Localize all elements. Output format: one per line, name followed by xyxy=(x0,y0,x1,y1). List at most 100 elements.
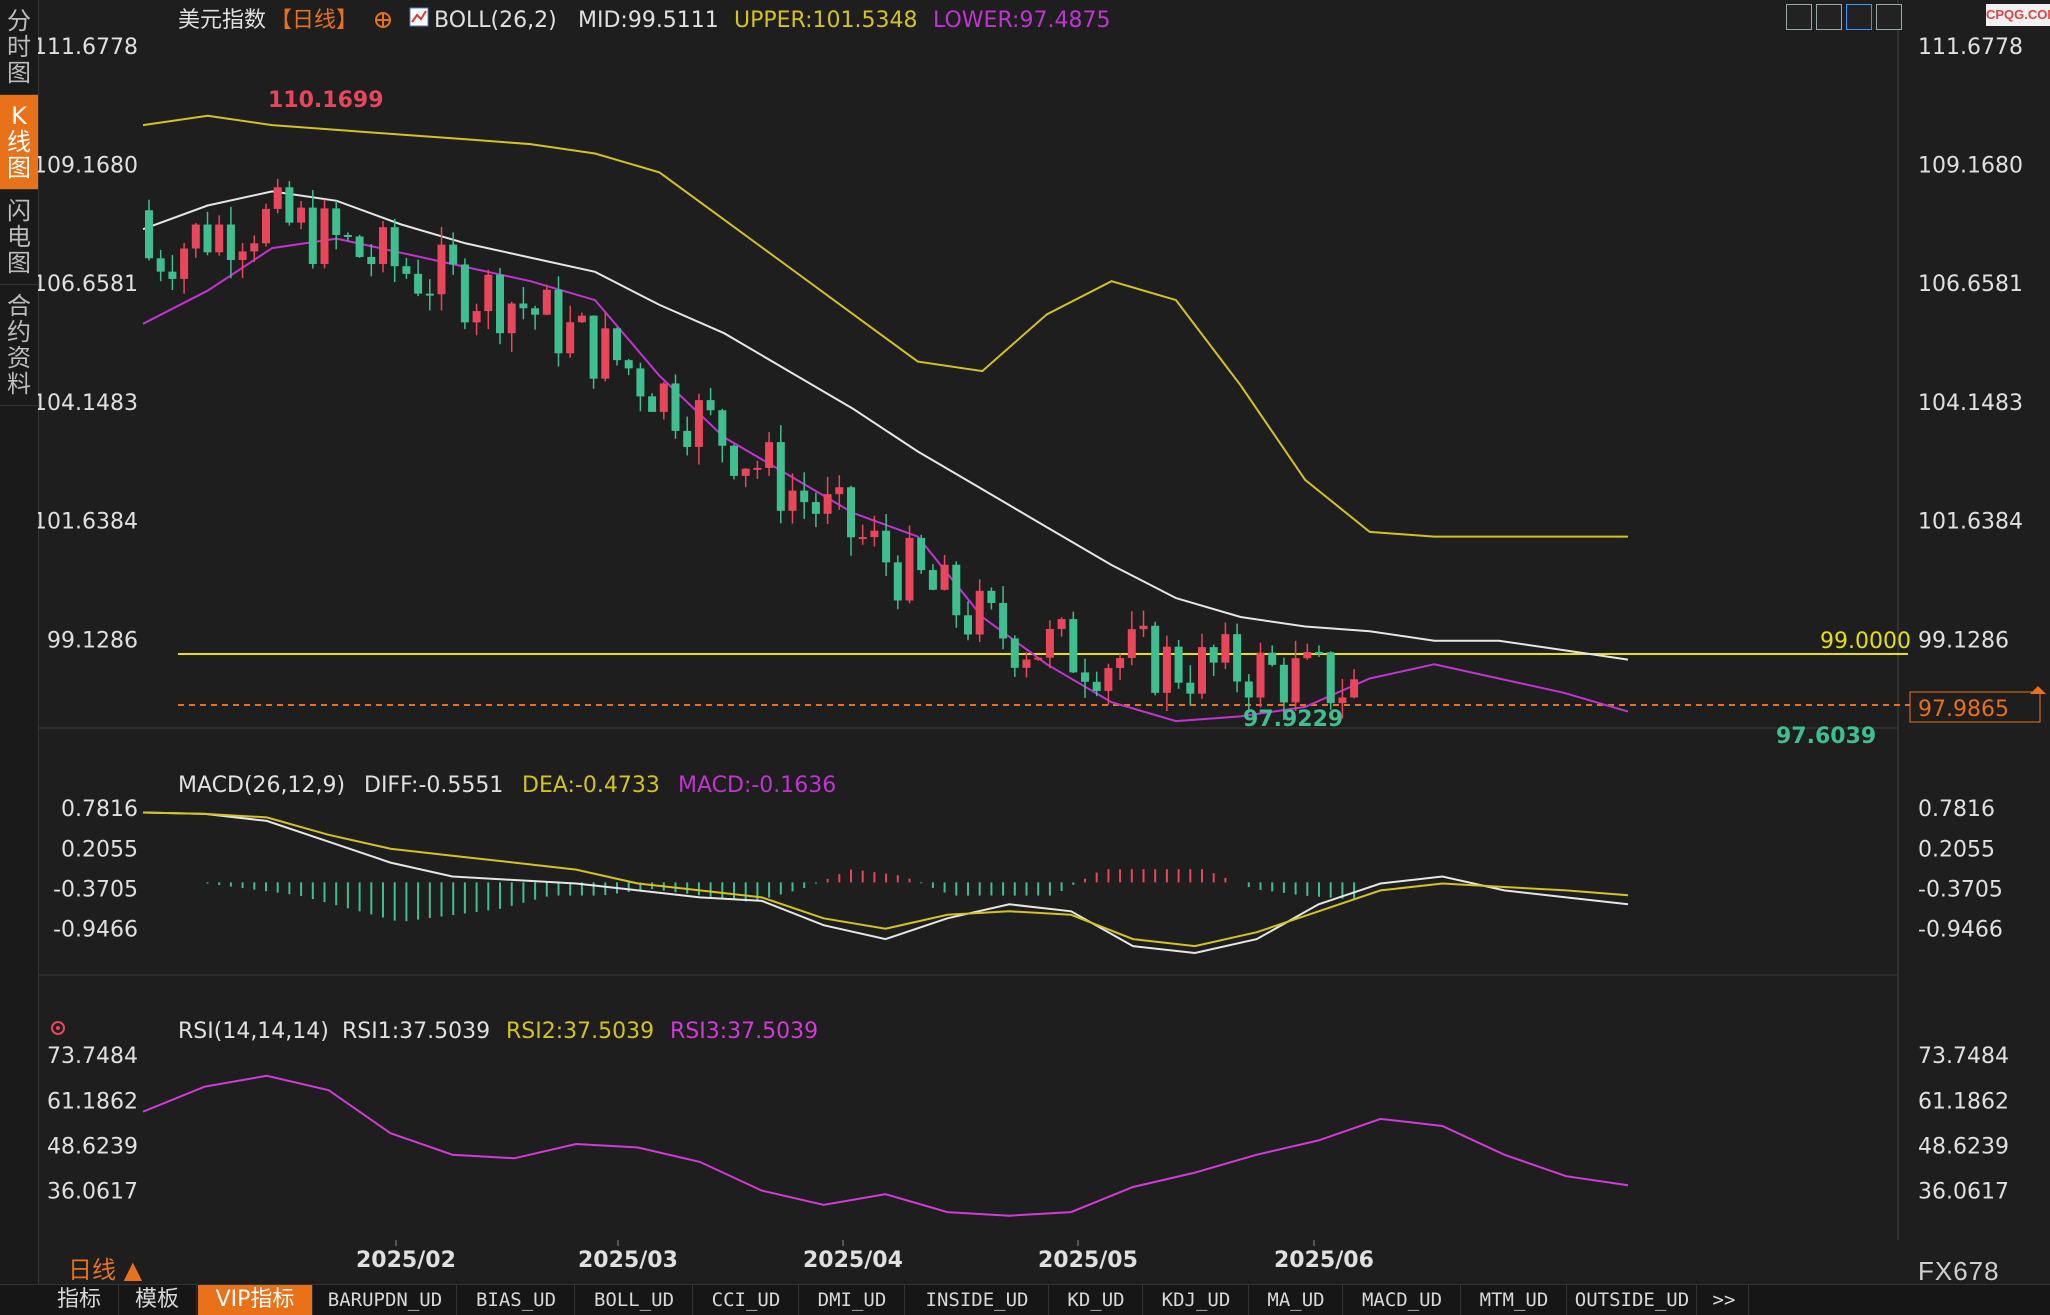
candle-down[interactable] xyxy=(847,487,855,538)
settings-icon[interactable] xyxy=(51,1021,65,1035)
indicator-cci[interactable]: CCI_UD xyxy=(694,1285,799,1315)
indicator-boll[interactable]: BOLL_UD xyxy=(576,1285,693,1315)
vip-indicator-button[interactable]: VIP指标 xyxy=(198,1285,313,1315)
candle-up[interactable] xyxy=(1221,634,1230,663)
candle-down[interactable] xyxy=(624,360,633,369)
candle-up[interactable] xyxy=(1162,646,1171,693)
draw-tool-icon[interactable] xyxy=(1846,4,1872,30)
candle-up[interactable] xyxy=(870,530,879,538)
candle-up[interactable] xyxy=(566,322,575,354)
candle-down[interactable] xyxy=(613,328,621,361)
candle-up[interactable] xyxy=(484,274,493,312)
candle-down[interactable] xyxy=(390,227,399,267)
candle-up[interactable] xyxy=(437,244,446,295)
candle-down[interactable] xyxy=(1315,651,1323,654)
candle-up[interactable] xyxy=(659,383,668,412)
more-indicators-button[interactable]: >> xyxy=(1700,1285,1749,1315)
candle-down[interactable] xyxy=(1209,647,1218,663)
candle-up[interactable] xyxy=(1291,658,1300,703)
layout-grid-icon[interactable] xyxy=(1786,4,1812,30)
candle-down[interactable] xyxy=(683,430,692,447)
candle-down[interactable] xyxy=(964,615,972,635)
candle-up[interactable] xyxy=(823,494,832,514)
candle-down[interactable] xyxy=(156,258,165,272)
candle-down[interactable] xyxy=(496,274,504,334)
candle-down[interactable] xyxy=(367,256,376,265)
candle-up[interactable] xyxy=(1127,629,1136,658)
candle-up[interactable] xyxy=(507,303,516,334)
candle-up[interactable] xyxy=(215,224,224,253)
candle-down[interactable] xyxy=(425,293,434,296)
period-selector[interactable]: 日线 ▲ xyxy=(68,1250,142,1285)
candle-down[interactable] xyxy=(776,442,785,511)
template-menu-button[interactable]: 模板 xyxy=(118,1285,197,1315)
candle-down[interactable] xyxy=(1151,625,1160,693)
indicator-mtm[interactable]: MTM_UD xyxy=(1462,1285,1567,1315)
candle-up[interactable] xyxy=(765,442,774,468)
indicator-ma[interactable]: MA_UD xyxy=(1250,1285,1343,1315)
chart-type-icon[interactable] xyxy=(1816,4,1842,30)
crosshair-icon[interactable] xyxy=(375,12,391,28)
tab-kline[interactable]: K线图 xyxy=(0,95,38,190)
candle-down[interactable] xyxy=(332,208,341,235)
candle-up[interactable] xyxy=(577,315,586,323)
candle-up[interactable] xyxy=(238,251,247,260)
candle-down[interactable] xyxy=(730,445,738,476)
candle-down[interactable] xyxy=(893,562,902,601)
indicator-inside[interactable]: INSIDE_UD xyxy=(906,1285,1049,1315)
next-page-icon[interactable] xyxy=(1876,4,1902,30)
candle-up[interactable] xyxy=(320,208,329,264)
candle-up[interactable] xyxy=(273,187,282,209)
candle-up[interactable] xyxy=(694,400,703,447)
candle-down[interactable] xyxy=(449,244,458,265)
candle-up[interactable] xyxy=(542,289,551,315)
candle-up[interactable] xyxy=(1045,628,1054,658)
candle-up[interactable] xyxy=(975,590,984,635)
candle-up[interactable] xyxy=(180,248,189,279)
candle-down[interactable] xyxy=(928,570,937,590)
candle-up[interactable] xyxy=(472,311,481,323)
candle-down[interactable] xyxy=(308,207,317,264)
candle-down[interactable] xyxy=(1174,646,1183,683)
candle-down[interactable] xyxy=(987,590,996,603)
indicator-bias[interactable]: BIAS_UD xyxy=(458,1285,575,1315)
candle-up[interactable] xyxy=(835,487,844,495)
candle-up[interactable] xyxy=(191,224,200,249)
candle-up[interactable] xyxy=(1104,668,1113,691)
indicator-menu-button[interactable]: 指标 xyxy=(40,1285,119,1315)
candle-down[interactable] xyxy=(554,289,563,354)
candle-up[interactable] xyxy=(905,537,914,601)
candle-up[interactable] xyxy=(1350,679,1359,698)
candle-up[interactable] xyxy=(741,468,750,476)
candle-down[interactable] xyxy=(226,224,235,260)
candle-up[interactable] xyxy=(1198,647,1206,694)
indicator-kd[interactable]: KD_UD xyxy=(1050,1285,1143,1315)
price-chart[interactable]: 美元指数 【日线】 BOLL(26,2) MID:99.5111 UPPER:1… xyxy=(38,0,2050,1284)
candle-down[interactable] xyxy=(1081,672,1089,682)
candle-down[interactable] xyxy=(999,602,1008,639)
indicator-kdj[interactable]: KDJ_UD xyxy=(1144,1285,1249,1315)
tab-flash[interactable]: 闪电图 xyxy=(0,190,38,285)
candle-down[interactable] xyxy=(168,271,177,279)
candle-down[interactable] xyxy=(203,224,212,253)
candle-down[interactable] xyxy=(1244,681,1253,698)
candle-up[interactable] xyxy=(601,328,610,379)
candle-down[interactable] xyxy=(145,210,153,259)
candle-down[interactable] xyxy=(1010,638,1019,668)
tab-contract-info[interactable]: 合约资料 xyxy=(0,285,38,406)
candle-down[interactable] xyxy=(1092,681,1101,691)
indicator-outside[interactable]: OUTSIDE_UD xyxy=(1568,1285,1697,1315)
candle-up[interactable] xyxy=(1057,619,1066,629)
indicator-dmi[interactable]: DMI_UD xyxy=(800,1285,905,1315)
candle-down[interactable] xyxy=(952,564,961,616)
candle-up[interactable] xyxy=(250,243,259,252)
tab-timeshare[interactable]: 分时图 xyxy=(0,0,38,95)
candle-up[interactable] xyxy=(1034,657,1043,660)
indicator-macd[interactable]: MACD_UD xyxy=(1344,1285,1461,1315)
candle-down[interactable] xyxy=(531,308,540,315)
candle-down[interactable] xyxy=(1279,664,1288,703)
candle-down[interactable] xyxy=(811,502,820,514)
candle-up[interactable] xyxy=(1303,651,1312,659)
candle-up[interactable] xyxy=(379,227,387,265)
candle-down[interactable] xyxy=(519,303,528,309)
